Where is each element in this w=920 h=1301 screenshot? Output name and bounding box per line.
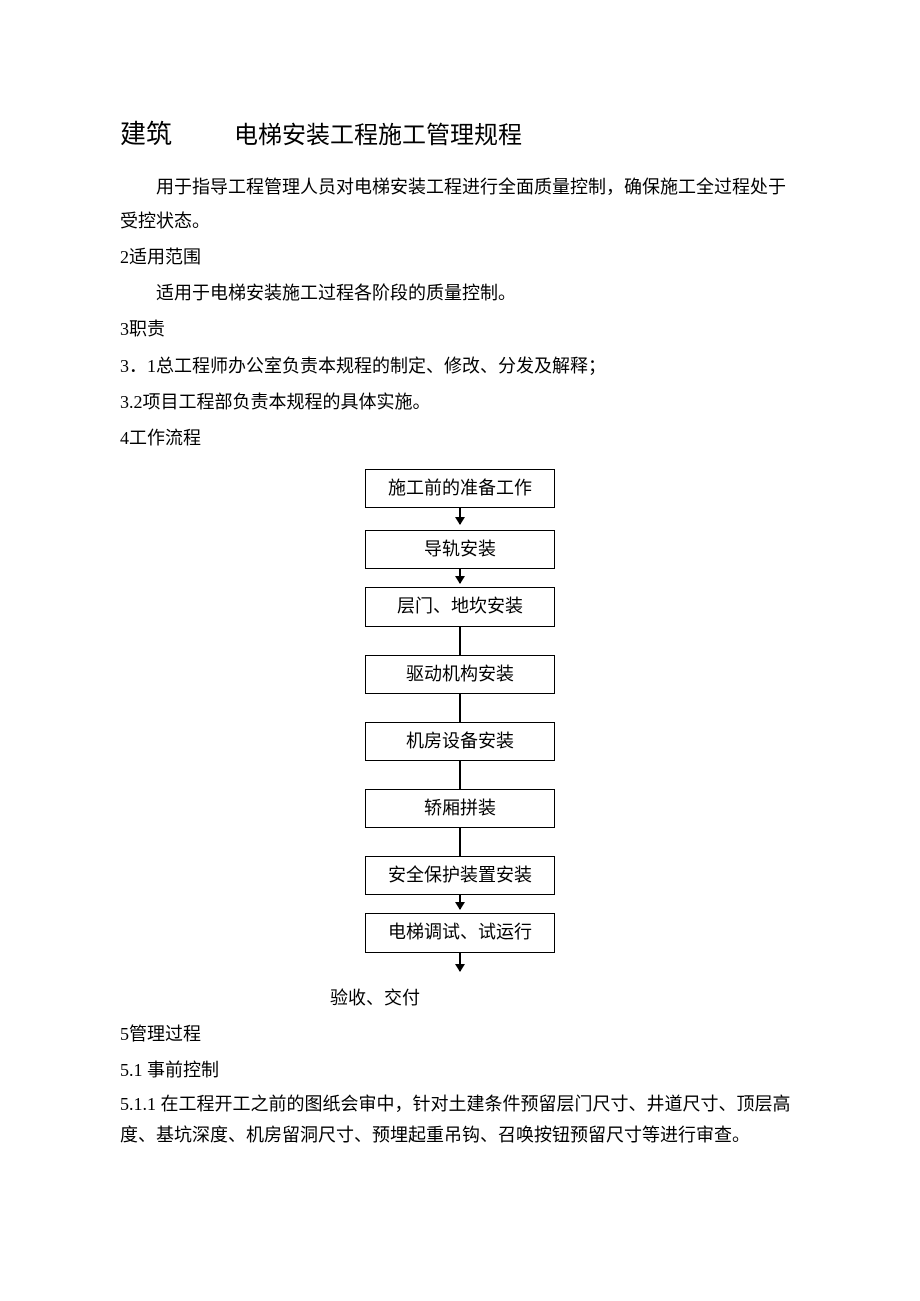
- flow-connector: [459, 828, 461, 856]
- flow-step-1: 施工前的准备工作: [365, 469, 555, 508]
- section-5-1-1-body: 5.1.1 在工程开工之前的图纸会审中，针对土建条件预留层门尺寸、井道尺寸、顶层…: [120, 1089, 800, 1150]
- flow-arrow: [459, 569, 461, 583]
- flow-step-3: 层门、地坎安装: [365, 587, 555, 626]
- flow-arrow: [459, 508, 461, 524]
- section-5-1-heading: 5.1 事前控制: [120, 1053, 800, 1087]
- flow-final-step: 验收、交付: [120, 981, 800, 1015]
- flow-step-8: 电梯调试、试运行: [365, 913, 555, 952]
- flow-step-6: 轿厢拼装: [365, 789, 555, 828]
- title-left: 建筑: [120, 110, 172, 159]
- section-3-item-2: 3.2项目工程部负责本规程的具体实施。: [120, 385, 800, 419]
- flow-step-7: 安全保护装置安装: [365, 856, 555, 895]
- section-5-heading: 5管理过程: [120, 1017, 800, 1051]
- section-2-body: 适用于电梯安装施工过程各阶段的质量控制。: [120, 276, 800, 310]
- workflow-flowchart: 施工前的准备工作 导轨安装 层门、地坎安装 驱动机构安装 机房设备安装 轿厢拼装…: [120, 469, 800, 971]
- flow-step-4: 驱动机构安装: [365, 655, 555, 694]
- section-4-heading: 4工作流程: [120, 421, 800, 455]
- section-3-heading: 3职责: [120, 312, 800, 346]
- flow-step-5: 机房设备安装: [365, 722, 555, 761]
- title-right: 电梯安装工程施工管理规程: [234, 114, 522, 160]
- flow-connector: [459, 761, 461, 789]
- flow-arrow: [459, 953, 461, 971]
- intro-paragraph: 用于指导工程管理人员对电梯安装工程进行全面质量控制，确保施工全过程处于受控状态。: [120, 170, 800, 238]
- section-3-item-1: 3．1总工程师办公室负责本规程的制定、修改、分发及解释；: [120, 349, 800, 383]
- flow-connector: [459, 627, 461, 655]
- flow-step-2: 导轨安装: [365, 530, 555, 569]
- flow-connector: [459, 694, 461, 722]
- document-title: 建筑 电梯安装工程施工管理规程: [120, 110, 800, 160]
- flow-arrow: [459, 895, 461, 909]
- section-2-heading: 2适用范围: [120, 240, 800, 274]
